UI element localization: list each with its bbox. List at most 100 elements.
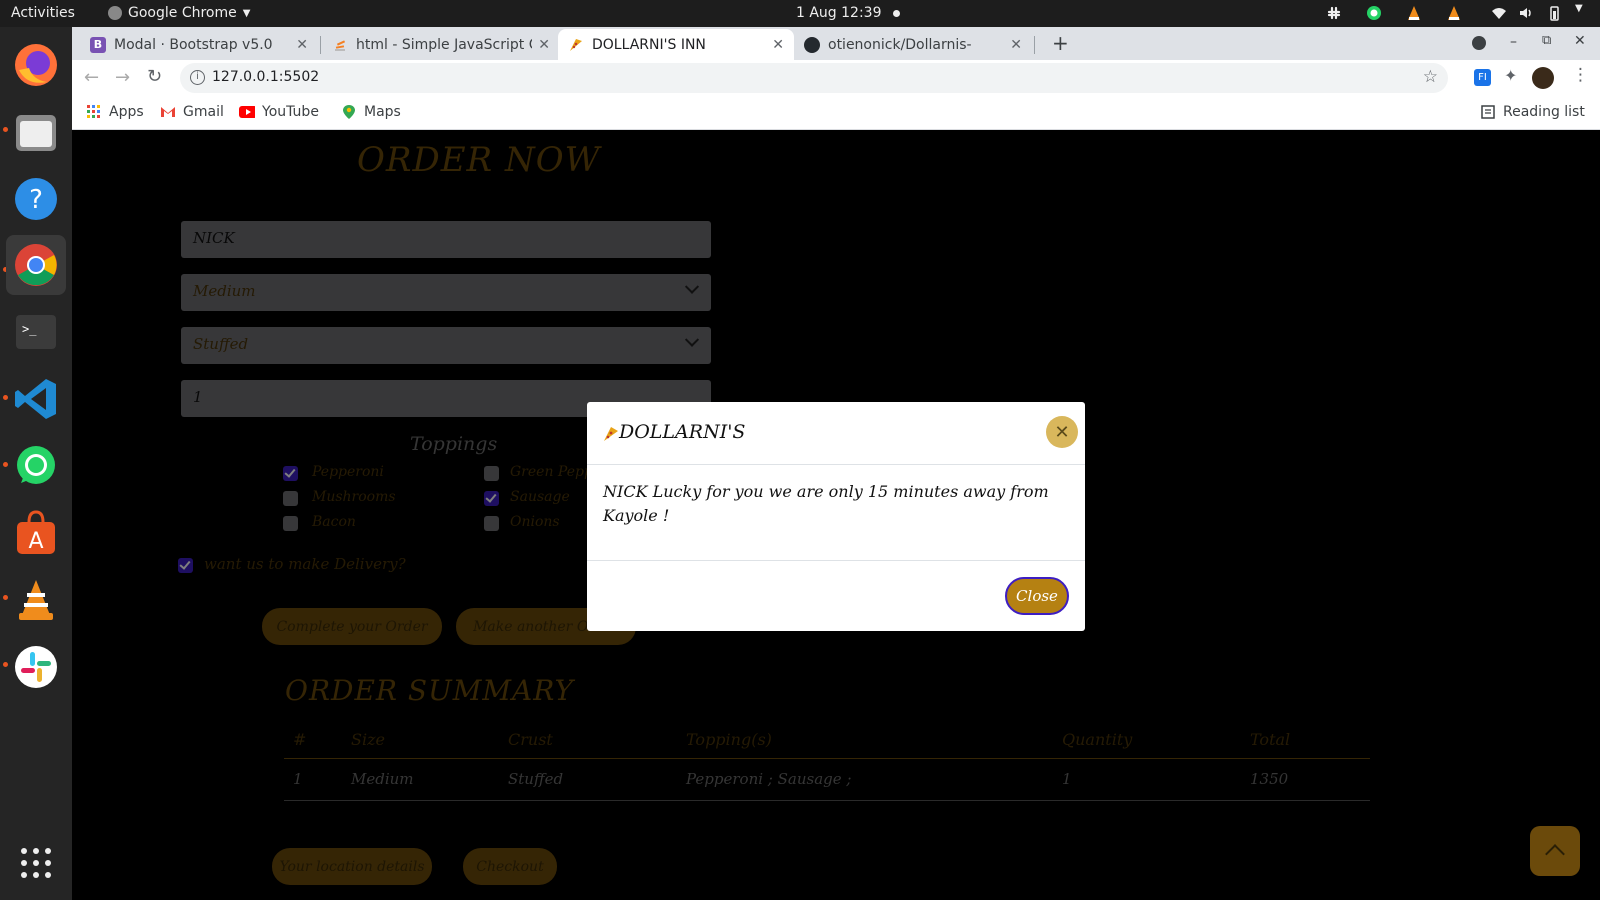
dock-slack[interactable] [6, 637, 66, 697]
reload-button[interactable]: ↻ [147, 66, 162, 87]
tab-bootstrap-modal[interactable]: B Modal · Bootstrap v5.0 ✕ [80, 29, 318, 60]
close-icon[interactable]: ✕ [538, 37, 550, 53]
whatsapp-icon [17, 446, 55, 484]
dock-chrome[interactable] [6, 235, 66, 295]
system-top-bar: Activities Google Chrome ▼ 1 Aug 12:39 ▼ [0, 0, 1600, 27]
close-icon[interactable]: ✕ [772, 37, 784, 53]
github-favicon-icon [804, 36, 820, 53]
window-close-button[interactable]: ✕ [1574, 33, 1586, 49]
tab-github-repo[interactable]: otienonick/Dollarnis- ✕ [794, 29, 1032, 60]
tab-title: html - Simple JavaScript C [356, 36, 533, 53]
extensions-puzzle-icon[interactable]: ✦ [1504, 66, 1517, 85]
close-icon[interactable]: ✕ [296, 37, 308, 53]
apps-grid-icon [87, 105, 100, 118]
help-icon: ? [15, 178, 57, 220]
bookmarks-bar: Apps Gmail YouTube Maps Reading list [72, 96, 1600, 130]
scroll-to-top-button[interactable] [1530, 826, 1580, 876]
reading-list-label: Reading list [1503, 104, 1585, 120]
tab-dollarnis-inn[interactable]: DOLLARNI'S INN ✕ [558, 29, 794, 60]
slack-icon [15, 646, 57, 688]
forward-button[interactable]: → [115, 67, 130, 88]
files-icon [16, 115, 56, 151]
tab-title: Modal · Bootstrap v5.0 [114, 36, 273, 53]
system-menu-chevron-icon[interactable]: ▼ [1575, 3, 1591, 19]
bookmark-youtube[interactable]: YouTube [239, 104, 319, 120]
chrome-small-icon [108, 6, 122, 20]
reading-list-icon [1481, 105, 1495, 119]
show-applications-button[interactable] [6, 833, 66, 893]
chrome-icon [15, 244, 57, 286]
bookmark-label: Gmail [183, 104, 224, 120]
modal-close-icon[interactable]: ✕ [1046, 416, 1078, 448]
address-bar[interactable]: i 127.0.0.1:5502 ☆ [180, 63, 1448, 93]
dock-firefox[interactable] [6, 35, 66, 95]
wifi-icon[interactable] [1491, 5, 1507, 21]
order-modal: DOLLARNI'S ✕ NICK Lucky for you we are o… [587, 402, 1085, 631]
app-grid-icon [21, 848, 51, 878]
app-name: Google Chrome [128, 5, 237, 21]
dock-help[interactable]: ? [6, 169, 66, 229]
tab-strip: B Modal · Bootstrap v5.0 ✕ html - Simple… [72, 27, 1600, 60]
tab-separator [1034, 36, 1035, 54]
url-text: 127.0.0.1:5502 [212, 69, 320, 85]
bookmark-apps[interactable]: Apps [86, 104, 144, 120]
vscode-icon [15, 379, 56, 419]
firefox-icon [15, 44, 57, 86]
site-info-icon[interactable]: i [190, 70, 205, 85]
minimize-button[interactable]: – [1510, 34, 1517, 50]
tab-search-icon[interactable] [1472, 36, 1486, 50]
svg-text:>_: >_ [22, 322, 37, 336]
youtube-icon [239, 106, 255, 118]
dock-files[interactable] [6, 102, 66, 162]
new-tab-button[interactable]: + [1052, 31, 1069, 55]
restore-button[interactable]: ⧉ [1542, 33, 1551, 48]
close-icon[interactable]: ✕ [1010, 37, 1022, 53]
bookmark-label: Maps [364, 104, 401, 120]
terminal-icon: >_ [16, 315, 56, 349]
modal-footer: Close [587, 560, 1085, 631]
tab-title: otienonick/Dollarnis- [828, 36, 972, 53]
tab-stackoverflow[interactable]: html - Simple JavaScript C ✕ [322, 29, 560, 60]
slack-tray-icon[interactable] [1326, 5, 1342, 21]
gmail-icon [161, 107, 175, 117]
clock[interactable]: 1 Aug 12:39 [796, 5, 882, 21]
dock-software[interactable]: A [6, 503, 66, 563]
maps-icon [343, 105, 355, 119]
svg-text:?: ? [29, 185, 43, 215]
whatsapp-tray-icon[interactable] [1366, 5, 1382, 21]
bookmark-maps[interactable]: Maps [341, 104, 401, 120]
app-menu[interactable]: Google Chrome ▼ [108, 5, 250, 21]
bookmark-gmail[interactable]: Gmail [160, 104, 224, 120]
back-button[interactable]: ← [84, 67, 99, 88]
dock-vscode[interactable] [6, 369, 66, 429]
modal-body-text: NICK Lucky for you we are only 15 minute… [603, 482, 1049, 525]
reading-list[interactable]: Reading list [1480, 104, 1585, 120]
bookmark-label: YouTube [262, 104, 319, 120]
pizza-favicon-icon [568, 37, 584, 53]
vlc-icon [19, 580, 53, 620]
software-center-icon: A [17, 510, 55, 554]
chrome-menu-icon[interactable]: ⋮ [1572, 65, 1589, 85]
dock-whatsapp[interactable] [6, 436, 66, 496]
bookmark-star-icon[interactable]: ☆ [1423, 67, 1438, 87]
vlc-tray-icon[interactable] [1406, 5, 1422, 21]
profile-avatar[interactable] [1532, 67, 1554, 89]
activities-button[interactable]: Activities [11, 5, 75, 21]
ubuntu-dock: ? >_ A [0, 27, 72, 900]
dock-vlc[interactable] [6, 570, 66, 630]
modal-title: DOLLARNI'S [619, 421, 746, 443]
volume-icon[interactable] [1518, 5, 1534, 21]
chevron-down-icon: ▼ [242, 7, 251, 19]
chevron-up-icon [1545, 844, 1565, 864]
dock-terminal[interactable]: >_ [6, 302, 66, 362]
extension-icon[interactable]: FI [1474, 69, 1491, 86]
tab-title: DOLLARNI'S INN [592, 36, 706, 53]
battery-icon[interactable] [1546, 5, 1562, 21]
bookmark-label: Apps [109, 104, 144, 120]
modal-close-button[interactable]: Close [1005, 577, 1069, 615]
vlc-tray-icon-2[interactable] [1446, 5, 1462, 21]
browser-toolbar: ← → ↻ i 127.0.0.1:5502 ☆ FI ✦ ⋮ [72, 60, 1600, 96]
stackoverflow-favicon-icon [332, 37, 348, 53]
bootstrap-favicon-icon: B [90, 36, 106, 53]
modal-header: DOLLARNI'S ✕ [587, 402, 1085, 465]
